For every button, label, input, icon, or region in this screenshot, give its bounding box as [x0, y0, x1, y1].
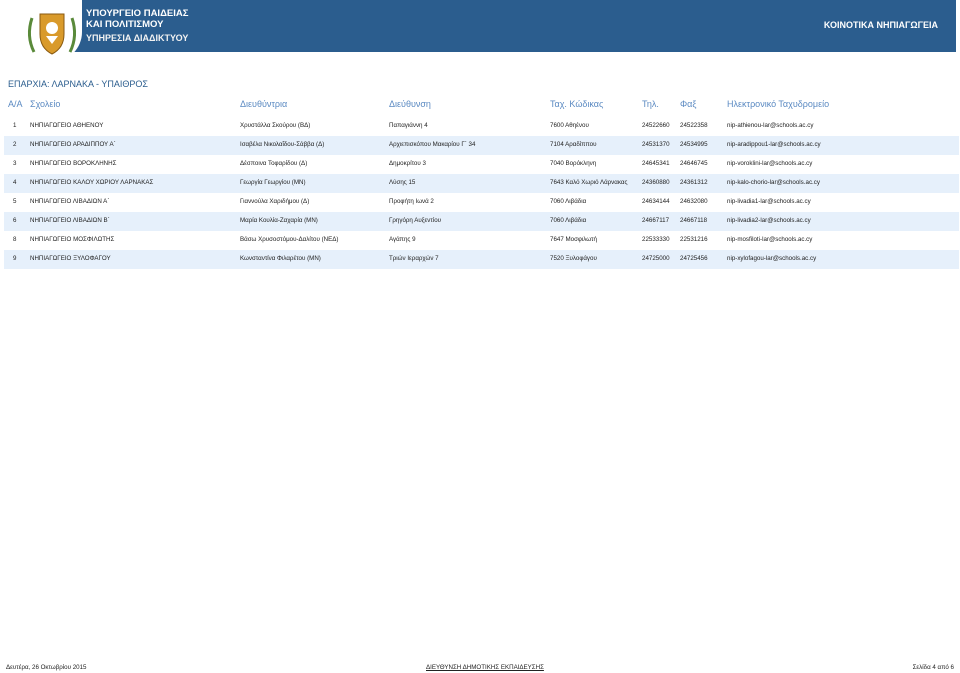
row-address: Λύσης 15: [389, 179, 416, 186]
row-director: Δέσποινα Τοφαρίδου (Δ): [240, 160, 308, 167]
ministry-title: ΥΠΟΥΡΓΕΙΟ ΠΑΙΔΕΙΑΣ ΚΑΙ ΠΟΛΙΤΙΣΜΟΥ ΥΠΗΡΕΣ…: [86, 8, 188, 44]
row-num: 4: [13, 179, 17, 186]
row-tel: 22533330: [642, 236, 670, 243]
row-num: 2: [13, 141, 17, 148]
row-fax: 24361312: [680, 179, 708, 186]
row-postcode: 7040 Βορόκληνη: [550, 160, 597, 167]
row-school: ΝΗΠΙΑΓΩΓΕΙΟ ΛΙΒΑΔΙΩΝ Α΄: [30, 198, 110, 205]
ministry-line-2: ΚΑΙ ΠΟΛΙΤΙΣΜΟΥ: [86, 19, 164, 30]
row-address: Αρχιεπισκόπου Μακαρίου Γ΄ 34: [389, 141, 476, 148]
row-num: 1: [13, 122, 17, 129]
table-row: 9 ΝΗΠΙΑΓΩΓΕΙΟ ΞΥΛΟΦΑΓΟΥ Κωνσταντίνα Φιλα…: [4, 250, 959, 269]
row-director: Χρυστάλλα Σκούρου (ΒΔ): [240, 122, 311, 129]
section-title: ΚΟΙΝΟΤΙΚΑ ΝΗΠΙΑΓΩΓΕΙΑ: [823, 20, 938, 30]
table-row: 2 ΝΗΠΙΑΓΩΓΕΙΟ ΑΡΑΔΙΠΠΟΥ Α΄ Ισαβέλα Νικολ…: [4, 136, 959, 155]
row-fax: 24667118: [680, 217, 708, 224]
row-school: ΝΗΠΙΑΓΩΓΕΙΟ ΒΟΡΟΚΛΗΝΗΣ: [30, 160, 117, 167]
row-address: Γρηγόρη Αυξεντίου: [389, 217, 442, 224]
row-school: ΝΗΠΙΑΓΩΓΕΙΟ ΜΟΣΦΙΛΩΤΗΣ: [30, 236, 115, 243]
col-header-tel: Τηλ.: [642, 99, 659, 109]
table-row: 6 ΝΗΠΙΑΓΩΓΕΙΟ ΛΙΒΑΔΙΩΝ Β΄ Μαρία Κουλία-Ζ…: [4, 212, 959, 231]
row-num: 6: [13, 217, 17, 224]
row-tel: 24634144: [642, 198, 670, 205]
footer-department: ΔΙΕΥΘΥΝΣΗ ΔΗΜΟΤΙΚΗΣ ΕΚΠΑΙΔΕΥΣΗΣ: [426, 664, 544, 671]
row-director: Γεωργία Γεωργίου (ΜΝ): [240, 179, 306, 186]
table-row: 5 ΝΗΠΙΑΓΩΓΕΙΟ ΛΙΒΑΔΙΩΝ Α΄ Γιαννούλα Χαρι…: [4, 193, 959, 212]
row-school: ΝΗΠΙΑΓΩΓΕΙΟ ΑΘΗΕΝΟΥ: [30, 122, 104, 129]
row-director: Ισαβέλα Νικολαΐδου-Σάββα (Δ): [240, 141, 325, 148]
table-row: 4 ΝΗΠΙΑΓΩΓΕΙΟ ΚΑΛΟΥ ΧΩΡΙΟΥ ΛΑΡΝΑΚΑΣ Γεωρ…: [4, 174, 959, 193]
row-school: ΝΗΠΙΑΓΩΓΕΙΟ ΛΙΒΑΔΙΩΝ Β΄: [30, 217, 110, 224]
row-address: Παπαγιάννη 4: [389, 122, 428, 129]
row-email[interactable]: nip-aradippou1-lar@schools.ac.cy: [727, 141, 821, 148]
col-header-fax: Φαξ: [680, 99, 697, 109]
row-postcode: 7060 Λιβάδια: [550, 217, 587, 224]
row-postcode: 7643 Καλό Χωριό Λάρνακας: [550, 179, 628, 186]
row-email[interactable]: nip-voroklini-lar@schools.ac.cy: [727, 160, 812, 167]
ministry-line-1: ΥΠΟΥΡΓΕΙΟ ΠΑΙΔΕΙΑΣ: [86, 8, 189, 19]
row-fax: 22531216: [680, 236, 708, 243]
row-postcode: 7520 Ξυλοφάγου: [550, 255, 597, 262]
row-email[interactable]: nip-xylofagou-lar@schools.ac.cy: [727, 255, 816, 262]
table-row: 8 ΝΗΠΙΑΓΩΓΕΙΟ ΜΟΣΦΙΛΩΤΗΣ Βάσω Χρυσοστόμο…: [4, 231, 959, 250]
table-row: 1 ΝΗΠΙΑΓΩΓΕΙΟ ΑΘΗΕΝΟΥ Χρυστάλλα Σκούρου …: [4, 117, 959, 136]
row-school: ΝΗΠΙΑΓΩΓΕΙΟ ΑΡΑΔΙΠΠΟΥ Α΄: [30, 141, 116, 148]
row-director: Γιαννούλα Χαριδήμου (Δ): [240, 198, 310, 205]
row-num: 5: [13, 198, 17, 205]
footer-date: Δευτέρα, 26 Οκτωβρίου 2015: [6, 664, 87, 671]
service-title: ΥΠΗΡΕΣΙΑ ΔΙΑΔΙΚΤΥΟΥ: [86, 33, 189, 43]
row-fax: 24534995: [680, 141, 708, 148]
col-header-email: Ηλεκτρονικό Ταχυδρομείο: [727, 99, 830, 109]
row-address: Τριών Ιεραρχών 7: [389, 255, 439, 262]
row-tel: 24667117: [642, 217, 670, 224]
row-director: Μαρία Κουλία-Ζαχαρία (ΜΝ): [240, 217, 318, 224]
row-tel: 24360880: [642, 179, 670, 186]
row-tel: 24725000: [642, 255, 670, 262]
row-fax: 24725456: [680, 255, 708, 262]
row-director: Κωνσταντίνα Φιλαρέτου (ΜΝ): [240, 255, 321, 262]
row-num: 9: [13, 255, 17, 262]
row-email[interactable]: nip-kalo-chorio-lar@schools.ac.cy: [727, 179, 820, 186]
col-header-address: Διεύθυνση: [389, 99, 431, 109]
row-director: Βάσω Χρυσοστόμου-Δαλίτου (ΝΕΔ): [240, 236, 339, 243]
col-header-num: Α/Α: [8, 99, 23, 109]
row-email[interactable]: nip-livadia1-lar@schools.ac.cy: [727, 198, 811, 205]
col-header-director: Διευθύντρια: [240, 99, 288, 109]
row-tel: 24531370: [642, 141, 670, 148]
table-header: Α/Α Σχολείο Διευθύντρια Διεύθυνση Ταχ. Κ…: [4, 96, 956, 114]
row-tel: 24522660: [642, 122, 670, 129]
col-header-school: Σχολείο: [30, 99, 61, 109]
col-header-postcode: Ταχ. Κώδικας: [550, 99, 604, 109]
row-email[interactable]: nip-livadia2-lar@schools.ac.cy: [727, 217, 811, 224]
row-num: 3: [13, 160, 17, 167]
row-num: 8: [13, 236, 17, 243]
row-address: Αγάπης 9: [389, 236, 416, 243]
footer-page-number: Σελίδα 4 από 6: [912, 664, 954, 671]
table-row: 3 ΝΗΠΙΑΓΩΓΕΙΟ ΒΟΡΟΚΛΗΝΗΣ Δέσποινα Τοφαρί…: [4, 155, 959, 174]
row-school: ΝΗΠΙΑΓΩΓΕΙΟ ΞΥΛΟΦΑΓΟΥ: [30, 255, 111, 262]
province-title: ΕΠΑΡΧΙΑ: ΛΑΡΝΑΚΑ - ΥΠΑΙΘΡΟΣ: [8, 79, 148, 89]
row-tel: 24645341: [642, 160, 670, 167]
row-postcode: 7104 Αραδίππου: [550, 141, 597, 148]
row-email[interactable]: nip-athienou-lar@schools.ac.cy: [727, 122, 813, 129]
cyprus-crest-icon: [27, 13, 77, 55]
row-fax: 24632080: [680, 198, 708, 205]
row-address: Δημοκρίτου 3: [389, 160, 426, 167]
row-address: Προφήτη Ιωνά 2: [389, 198, 434, 205]
row-school: ΝΗΠΙΑΓΩΓΕΙΟ ΚΑΛΟΥ ΧΩΡΙΟΥ ΛΑΡΝΑΚΑΣ: [30, 179, 154, 186]
row-postcode: 7647 Μοσφιλωτή: [550, 236, 597, 243]
row-postcode: 7600 Αθηένου: [550, 122, 589, 129]
row-postcode: 7060 Λιβάδια: [550, 198, 587, 205]
row-fax: 24646745: [680, 160, 708, 167]
row-email[interactable]: nip-mosfiloti-lar@schools.ac.cy: [727, 236, 812, 243]
row-fax: 24522358: [680, 122, 708, 129]
